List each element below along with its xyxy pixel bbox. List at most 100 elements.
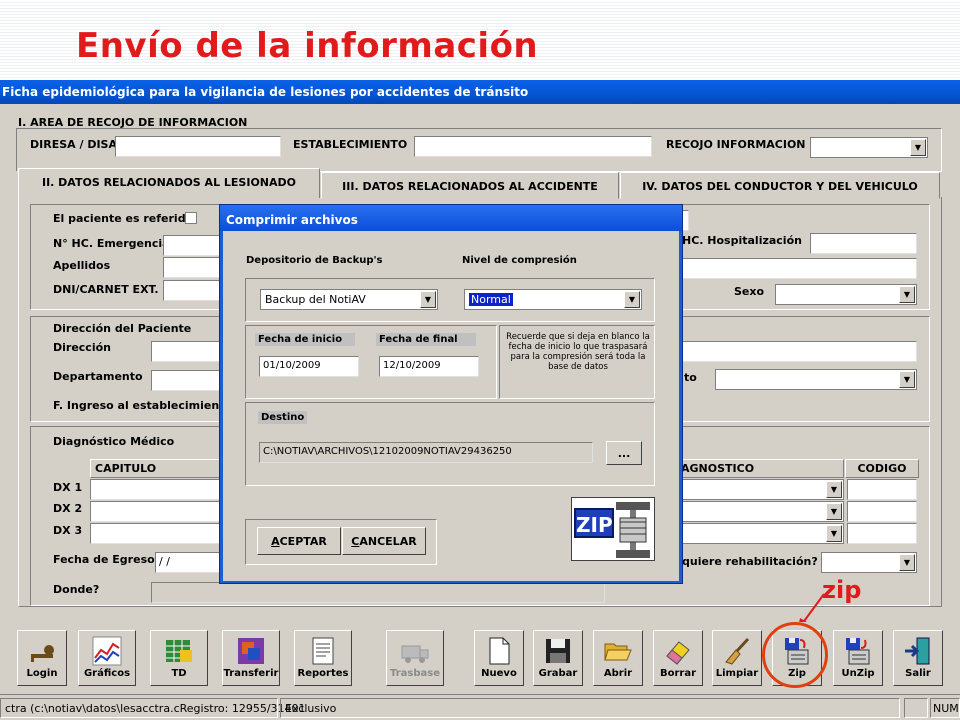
abrir-label: Abrir (603, 668, 633, 679)
departamento-field[interactable] (151, 370, 223, 391)
dx3-capitulo-field[interactable] (90, 523, 223, 544)
destino-label: Destino (258, 411, 308, 424)
hc-hosp-field[interactable] (810, 233, 917, 254)
zip-logo-text: ZIP (574, 508, 614, 538)
dx1-capitulo-field[interactable] (90, 479, 223, 500)
direccion-field-right[interactable] (682, 341, 917, 362)
floppy-disk-icon (543, 636, 573, 666)
dx2-diagnostico-combo[interactable]: ▼ (676, 501, 844, 522)
chevron-down-icon[interactable]: ▼ (624, 291, 640, 308)
fecha-final-field[interactable]: 12/10/2009 (379, 356, 479, 377)
dni-field[interactable] (163, 280, 223, 301)
codigo-header: CODIGO (845, 459, 919, 478)
fecha-inicio-field[interactable]: 01/10/2009 (259, 356, 359, 377)
chevron-down-icon[interactable]: ▼ (899, 286, 915, 303)
td-button[interactable]: TD (150, 630, 208, 686)
distrito-combo[interactable]: ▼ (715, 369, 917, 390)
chevron-down-icon[interactable]: ▼ (420, 291, 436, 308)
chevron-down-icon[interactable]: ▼ (899, 554, 915, 571)
establecimiento-field[interactable] (414, 136, 652, 157)
reportes-button[interactable]: Reportes (294, 630, 352, 686)
nivel-value: Normal (469, 293, 513, 306)
depositorio-label: Depositorio de Backup's (246, 255, 383, 266)
chevron-down-icon[interactable]: ▼ (910, 139, 926, 156)
direccion-field[interactable] (151, 341, 223, 362)
dx3-codigo-field[interactable] (847, 523, 917, 544)
egreso-label: Fecha de Egreso (53, 553, 155, 566)
referido-label: El paciente es referido (53, 212, 194, 225)
egreso-field[interactable]: / / (155, 552, 223, 573)
unzip-button[interactable]: UnZip (833, 630, 883, 686)
referido-checkbox[interactable] (185, 212, 197, 224)
report-icon (308, 636, 338, 666)
diresa-field[interactable] (115, 136, 281, 157)
clamp-icon (616, 502, 650, 558)
depositorio-combo[interactable]: Backup del NotiAV ▼ (260, 289, 438, 310)
rehab-combo[interactable]: ▼ (821, 552, 917, 573)
address-section-label: Dirección del Paciente (53, 322, 192, 335)
fecha-inicio-label: Fecha de inicio (255, 333, 355, 346)
transferir-label: Transferir (223, 668, 279, 679)
destino-field[interactable]: C:\NOTIAV\ARCHIVOS\12102009NOTIAV2943625… (259, 442, 593, 463)
donde-field[interactable] (151, 582, 605, 603)
cancelar-label: ANCELAR (359, 535, 417, 548)
dx-row-label: DX 2 (53, 502, 83, 515)
chevron-down-icon[interactable]: ▼ (826, 481, 842, 498)
slide-title: Envío de la información (76, 26, 539, 66)
new-document-icon (484, 636, 514, 666)
borrar-label: Borrar (659, 668, 697, 679)
apellidos-field[interactable] (163, 257, 223, 278)
tab-conductor[interactable]: IV. DATOS DEL CONDUCTOR Y DEL VEHICULO (620, 172, 940, 199)
dx1-diagnostico-combo[interactable]: ▼ (676, 479, 844, 500)
dx2-capitulo-field[interactable] (90, 501, 223, 522)
limpiar-label: Limpiar (715, 668, 759, 679)
diagnostico-header: AGNOSTICO (676, 459, 844, 478)
chevron-down-icon[interactable]: ▼ (826, 525, 842, 542)
graficos-button[interactable]: Gráficos (78, 630, 136, 686)
cancelar-button[interactable]: CANCELAR (342, 527, 426, 555)
chevron-down-icon[interactable]: ▼ (899, 371, 915, 388)
establecimiento-label: ESTABLECIMIENTO (293, 138, 408, 151)
salir-button[interactable]: Salir (893, 630, 943, 686)
limpiar-button[interactable]: Limpiar (712, 630, 762, 686)
window-title-bar: Ficha epidemiológica para la vigilancia … (0, 80, 960, 104)
nivel-combo[interactable]: Normal ▼ (464, 289, 642, 310)
dx3-diagnostico-combo[interactable]: ▼ (676, 523, 844, 544)
diagnosis-section-label: Diagnóstico Médico (53, 435, 175, 448)
login-label: Login (26, 668, 58, 679)
apellidos-label: Apellidos (53, 259, 111, 272)
eraser-icon (663, 636, 693, 666)
tab-lesionado[interactable]: II. DATOS RELACIONADOS AL LESIONADO (18, 168, 320, 198)
nombres-field[interactable] (682, 258, 917, 279)
section-recojo-heading: I. AREA DE RECOJO DE INFORMACION (18, 116, 248, 129)
tab-accidente[interactable]: III. DATOS RELACIONADOS AL ACCIDENTE (321, 172, 619, 199)
dx-row-label: DX 1 (53, 481, 83, 494)
capitulo-header: CAPITULO (90, 459, 220, 478)
nuevo-button[interactable]: Nuevo (474, 630, 524, 686)
transferir-button[interactable]: Transferir (222, 630, 280, 686)
nivel-label: Nivel de compresión (462, 255, 577, 266)
graficos-label: Gráficos (83, 668, 131, 679)
dialog-title: Comprimir archivos (220, 205, 682, 231)
hc-emergencia-field[interactable] (163, 235, 223, 256)
chevron-down-icon[interactable]: ▼ (826, 503, 842, 520)
login-button[interactable]: Login (17, 630, 67, 686)
recojo-combo[interactable]: ▼ (810, 137, 928, 158)
dialog-body: Depositorio de Backup's Nivel de compres… (223, 231, 679, 581)
aceptar-button[interactable]: ACEPTAR (257, 527, 341, 555)
dx1-codigo-field[interactable] (847, 479, 917, 500)
status-path: ctra (c:\notiav\datos\lesacctra.cRegistr… (0, 698, 306, 718)
note-text: Recuerde que si deja en blanco la fecha … (506, 332, 650, 372)
exit-icon (903, 636, 933, 666)
salir-label: Salir (905, 668, 931, 679)
trasbase-button[interactable]: Trasbase (386, 630, 444, 686)
trasbase-label: Trasbase (390, 668, 440, 679)
grabar-button[interactable]: Grabar (533, 630, 583, 686)
dx2-codigo-field[interactable] (847, 501, 917, 522)
borrar-button[interactable]: Borrar (653, 630, 703, 686)
abrir-button[interactable]: Abrir (593, 630, 643, 686)
browse-button[interactable]: ... (606, 441, 642, 465)
ambulance-icon (400, 636, 430, 666)
reportes-label: Reportes (297, 668, 349, 679)
sexo-combo[interactable]: ▼ (775, 284, 917, 305)
